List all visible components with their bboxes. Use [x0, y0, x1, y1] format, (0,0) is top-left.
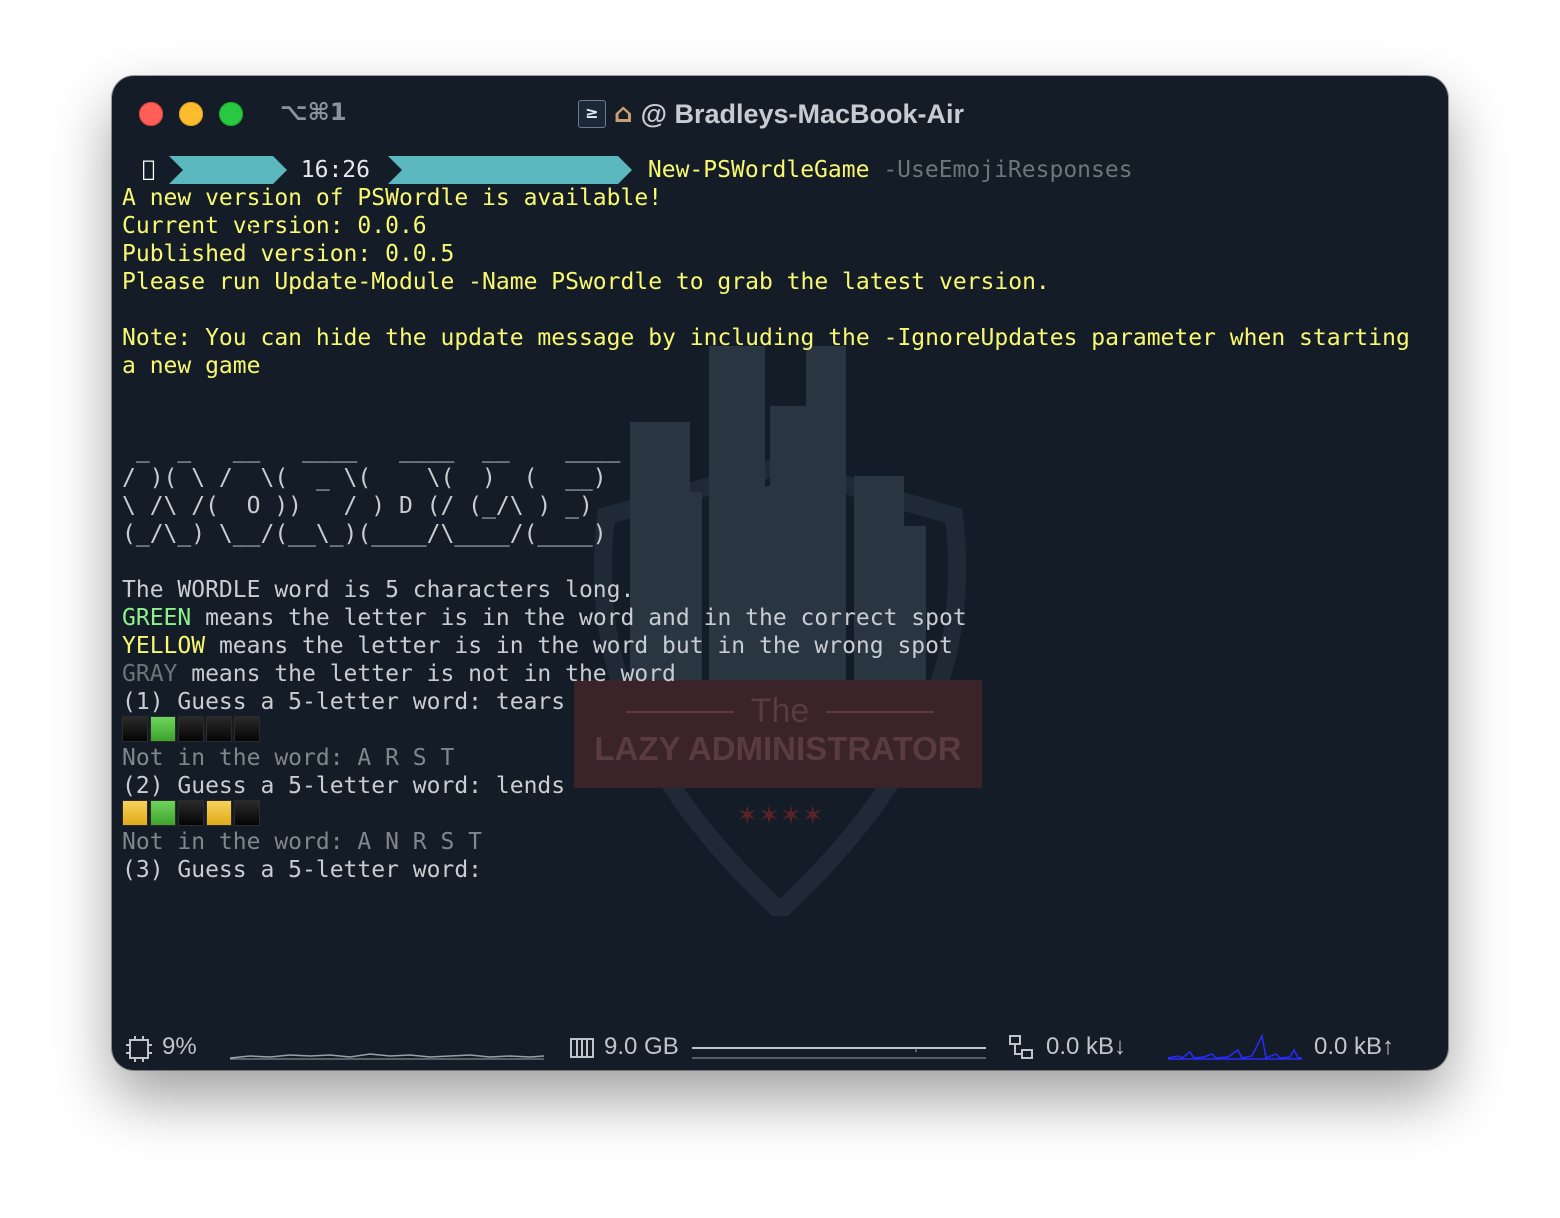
current-guess-prompt[interactable]: (3) Guess a 5-letter word:: [122, 856, 1442, 884]
guess-1-not-in-word: Not in the word: A R S T: [122, 745, 455, 771]
window-title-group: ≥ ⌂ @ Bradleys-MacBook-Air: [578, 96, 964, 132]
terminal-window: The LAZY ADMINISTRATOR ✶✶✶✶ ⌥⌘1 ≥ ⌂ @ Br…: [112, 76, 1448, 1070]
update-line-4: Please run Update-Module -Name PSwordle …: [122, 269, 1050, 295]
instructions-intro: The WORDLE word is 5 characters long.: [122, 577, 635, 603]
prompt-duration: 0.064s: [518, 213, 608, 239]
update-line-6: Note: You can hide the update message by…: [122, 325, 1410, 351]
green-label: GREEN: [122, 605, 192, 631]
ascii-art-line-2: / )( \ / \( _ \( \( ) ( __): [122, 465, 607, 491]
black-tile: [234, 716, 260, 742]
green-tile: [150, 716, 176, 742]
network-icon: [1009, 1035, 1033, 1059]
cpu-sparkline: [230, 1053, 544, 1060]
ascii-art-line-3: \ /\ /( O )) / ) D (/ (_/\ ) _): [122, 493, 607, 519]
home-icon: ⌂: [235, 214, 255, 238]
zoom-button[interactable]: [219, 102, 243, 126]
update-line-1: A new version of PSWordle is available!: [122, 185, 663, 211]
yellow-label: YELLOW: [122, 633, 206, 659]
shell-prompt:  ⌂ 16:26 0.064s New-PSWordleGame -UseEm…: [122, 156, 1442, 239]
update-line-5: [122, 296, 1442, 324]
instructions-gray: GRAY means the letter is not in the word: [122, 660, 1442, 688]
guess-2-not-in-word: Not in the word: A N R S T: [122, 829, 483, 855]
black-tile: [178, 716, 204, 742]
guess-2-tiles: [122, 800, 1442, 828]
memory-icon: [570, 1038, 594, 1058]
green-description: means the letter is in the word and in t…: [191, 605, 967, 631]
memory-sparkline: [692, 1047, 986, 1059]
window-title: @ Bradleys-MacBook-Air: [640, 98, 965, 129]
prompt-duration-segment: 0.064s: [388, 156, 632, 239]
cpu-icon: [126, 1036, 152, 1062]
close-button[interactable]: [139, 102, 163, 126]
guess-2-prompt: (2) Guess a 5-letter word: lends: [122, 773, 566, 799]
command-line: New-PSWordleGame -UseEmojiResponses: [648, 156, 1133, 184]
yellow-tile: [206, 800, 232, 826]
update-line-7: a new game: [122, 353, 261, 379]
gray-description: means the letter is not in the word: [177, 661, 676, 687]
yellow-tile: [122, 800, 148, 826]
guess-1-tiles: [122, 716, 1442, 744]
command-name: New-PSWordleGame: [641, 157, 870, 183]
memory-usage: 9.0 GB: [604, 1033, 679, 1060]
guess-1-prompt: (1) Guess a 5-letter word: tears: [122, 689, 566, 715]
apple-icon: : [122, 156, 170, 184]
black-tile: [234, 800, 260, 826]
network-sparkline: [1168, 1033, 1302, 1060]
command-parameter: -UseEmojiResponses: [877, 157, 1132, 183]
powershell-icon: ≥: [578, 100, 606, 128]
ascii-art-line-4: (_/\_) \__/(__\_)(____/\____/(____): [122, 521, 607, 547]
update-line-3: Published version: 0.0.5: [122, 241, 455, 267]
green-tile: [150, 800, 176, 826]
status-bar: 9% 9.0 GB 0.0 kB↓ 0.0 kB↑: [112, 1026, 1448, 1070]
home-segment: ⌂: [169, 156, 287, 238]
terminal-output[interactable]:  ⌂ 16:26 0.064s New-PSWordleGame -UseEm…: [122, 156, 1442, 884]
network-down: 0.0 kB↓: [1046, 1033, 1127, 1060]
instructions-green: GREEN means the letter is in the word an…: [122, 604, 1442, 632]
instructions-yellow: YELLOW means the letter is in the word b…: [122, 632, 1442, 660]
window-shortcut: ⌥⌘1: [280, 98, 347, 126]
update-line-2: Current version: 0.0.6: [122, 213, 427, 239]
network-up: 0.0 kB↑: [1314, 1033, 1395, 1060]
prompt-time: 16:26: [294, 157, 370, 183]
minimize-button[interactable]: [179, 102, 203, 126]
ascii-art-line-1: _ _ __ ____ ____ __ ____: [122, 437, 635, 463]
yellow-description: means the letter is in the word but in t…: [205, 633, 953, 659]
house-icon: ⌂: [614, 99, 633, 129]
black-tile: [178, 800, 204, 826]
gray-label: GRAY: [122, 661, 178, 687]
black-tile: [122, 716, 148, 742]
cpu-usage: 9%: [162, 1033, 197, 1060]
title-bar: ⌥⌘1 ≥ ⌂ @ Bradleys-MacBook-Air: [112, 76, 1448, 152]
black-tile: [206, 716, 232, 742]
